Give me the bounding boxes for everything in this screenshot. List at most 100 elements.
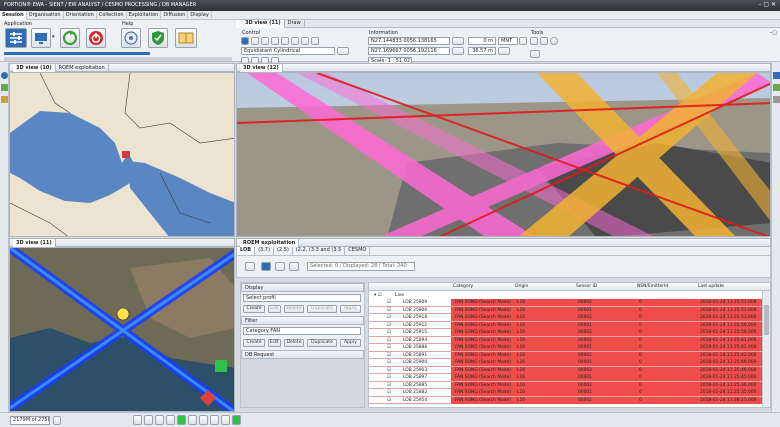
map-view-11[interactable] [9,247,235,412]
tab-roem-exploitation-left[interactable]: ROEM exploitation [56,64,109,72]
filter-create-button[interactable]: Create [243,339,265,347]
ribbon-minimize-icon[interactable]: –▢ [770,30,777,36]
select-tool-icon[interactable] [241,37,249,45]
menu-organisation[interactable]: Organisation [27,11,64,20]
sphere-tool-icon[interactable] [550,37,558,45]
globe-tool-icon[interactable] [281,37,289,45]
task-edit-icon[interactable] [144,415,153,425]
link-icon[interactable] [275,262,285,271]
row-checkbox[interactable]: ☑ [387,382,391,389]
column-last-update[interactable]: Last update [698,283,724,290]
subtab-lob[interactable]: LOB [237,247,256,255]
row-checkbox[interactable]: ☑ [387,389,391,396]
task-status-icon[interactable] [232,415,241,425]
ribbon-scrollbar[interactable] [4,57,232,61]
distance-field[interactable]: 36.57 m [468,47,496,55]
menu-diffusion[interactable]: Diffusion [161,11,189,20]
distance-unit-dropdown[interactable] [498,47,510,55]
table-row[interactable]: ☑ LOB 25954 FAN SONG (Search Mode) L16 00002… [369,396,763,404]
rotate-tool-icon[interactable] [261,37,269,45]
window-icon[interactable] [773,72,780,79]
tab-3d-view-12[interactable]: 3D view (12) [240,64,283,72]
tab-roem-exploitation[interactable]: ROEM exploitation [240,239,300,247]
task-search-icon[interactable] [221,415,230,425]
layers-right-icon[interactable] [773,96,780,103]
display-button[interactable] [31,28,51,48]
pan-tool-icon[interactable] [251,37,259,45]
subtab-2-2[interactable]: (2.2, (3.3 and (3.5 [293,247,346,255]
column-category[interactable]: Category [453,283,473,290]
task-alert-icon[interactable] [166,415,175,425]
row-checkbox[interactable]: ☑ [387,374,391,381]
altitude-ref-dropdown[interactable] [519,37,527,45]
edit-icon[interactable] [261,262,271,271]
group-expand-icon[interactable]: ▾ ☑ [374,292,382,299]
measure-tool-icon[interactable] [271,37,279,45]
row-checkbox[interactable]: ☑ [387,397,391,404]
altitude-ref-select[interactable]: MNT [498,37,518,45]
task-check-icon[interactable] [155,415,164,425]
subtab-cesmo[interactable]: CESMO [345,247,371,255]
display-create-button[interactable]: Create [243,305,265,313]
column-nsn[interactable]: NSN/EmitterId [637,283,668,290]
table-row[interactable]: ☑ LOB 25906 FAN SONG (Search Mode) L16 00001… [369,306,763,314]
menu-collection[interactable]: Collection [97,11,127,20]
row-checkbox[interactable]: ☑ [387,337,391,344]
table-row[interactable]: ☑ LOB 25897 FAN SONG (Search Mode) L16 00001… [369,374,763,382]
coordinate-lat-field[interactable]: N27.144833 0056.138165 [368,37,450,45]
layers-tool-icon[interactable] [291,37,299,45]
projection-dropdown-icon[interactable] [337,47,349,55]
map-view-10[interactable] [9,72,235,237]
route-tool-icon[interactable] [530,37,538,45]
task-list-icon[interactable] [188,415,197,425]
row-checkbox[interactable]: ☑ [387,322,391,329]
row-checkbox[interactable]: ☑ [387,367,391,374]
table-row[interactable]: ☑ LOB 25885 FAN SONG (Search Mode) L16 00002… [369,381,763,389]
display-duplicate-button[interactable]: Duplicate [307,305,337,313]
table-row[interactable]: ☑ LOB 25909 FAN SONG (Search Mode) L16 00002… [369,299,763,307]
column-sensor-id[interactable]: Sensor ID [576,283,597,290]
altitude-field[interactable]: 0 m [468,37,496,45]
garbage-icon[interactable] [53,416,61,425]
projection-select[interactable]: Equidistant Cylindrical [241,47,335,55]
print-tool-icon[interactable] [311,37,319,45]
subtab-2-5[interactable]: (2.5) [274,247,293,255]
refresh-button[interactable] [60,28,80,48]
settings-button[interactable] [5,28,27,48]
lat-format-dropdown[interactable] [452,37,464,45]
export-icon[interactable] [289,262,299,271]
lon-format-dropdown[interactable] [452,47,464,55]
tab-draw[interactable]: Draw [285,20,305,28]
filter-apply-button[interactable]: Apply [340,339,361,347]
task-ok-icon[interactable] [177,415,186,425]
table-row[interactable]: ☑ LOB 25918 FAN SONG (Search Mode) L16 00002… [369,314,763,322]
subtab-3-7[interactable]: (3.7) [255,247,274,255]
scrollbar-thumb[interactable] [764,305,769,335]
filter-duplicate-button[interactable]: Duplicate [307,339,337,347]
pin-icon[interactable] [1,96,8,103]
tab-3d-view-11[interactable]: 3D view (11) [236,20,285,28]
globe-icon[interactable] [1,72,8,79]
menu-exploitation[interactable]: Exploitation [127,11,162,20]
grid-tool-icon[interactable] [301,37,309,45]
window-controls[interactable]: – ▢ ✕ [758,1,776,8]
filter-icon[interactable] [245,262,255,271]
filter-select[interactable]: Category FAN [243,327,361,335]
row-checkbox[interactable]: ☑ [387,352,391,359]
network-tool-icon[interactable] [530,50,540,58]
row-checkbox[interactable]: ☑ [387,314,391,321]
table-row[interactable]: ☑ LOB 25903 FAN SONG (Search Mode) L16 00002… [369,366,763,374]
filter-edit-button[interactable]: Edit [268,339,281,347]
menu-session[interactable]: Session [0,11,27,20]
tab-3d-view-10[interactable]: 3D view (10) [13,64,56,72]
manual-button[interactable] [175,28,197,48]
table-row[interactable]: ☑ LOB 25912 FAN SONG (Search Mode) L16 00001… [369,321,763,329]
table-row[interactable]: ☑ LOB 25900 FAN SONG (Search Mode) L16 00001… [369,359,763,367]
row-checkbox[interactable]: ☑ [387,329,391,336]
about-button[interactable] [121,28,141,48]
column-origin[interactable]: Origin [515,283,528,290]
task-chart-icon[interactable] [199,415,208,425]
display-edit-button[interactable]: Edit [268,305,281,313]
display-apply-button[interactable]: Apply [340,305,361,313]
map-icon[interactable] [773,84,780,91]
